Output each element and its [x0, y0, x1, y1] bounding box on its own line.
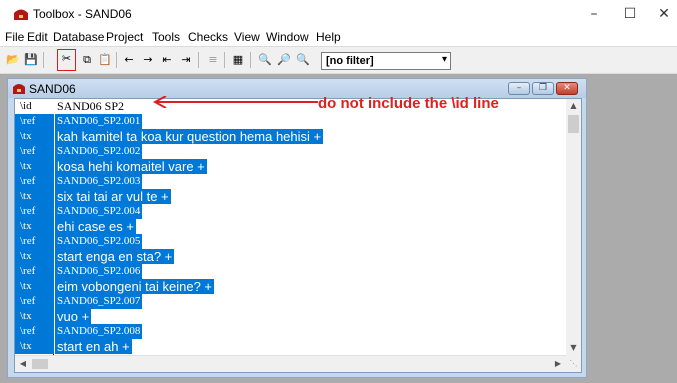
- field-marker: \tx: [15, 189, 54, 204]
- field-marker-column: \id \ref \tx \ref \tx \ref \tx \ref \tx \ref \tx \r…: [15, 99, 54, 355]
- document-window: SAND06 – ❐ ✕ \id \ref \tx \ref \tx \ref \tx \re…: [7, 78, 587, 378]
- toolbar-separator: [198, 52, 199, 68]
- field-text-tx[interactable]: start en ah +: [55, 339, 132, 354]
- vertical-scrollbar[interactable]: ▲ ▼: [566, 99, 581, 355]
- columns-icon[interactable]: ▦: [229, 51, 247, 69]
- field-text-ref[interactable]: SAND06_SP2.008: [55, 324, 143, 339]
- field-text-ref[interactable]: SAND06_SP2.001: [55, 114, 143, 129]
- find-replace-icon[interactable]: 🔍: [294, 51, 312, 69]
- menu-bar: File Edit Database Project Tools Checks …: [0, 28, 677, 46]
- field-text-ref[interactable]: SAND06_SP2.002: [55, 144, 143, 159]
- toolbar-separator: [250, 52, 251, 68]
- document-title: SAND06: [29, 82, 76, 96]
- horizontal-scrollbar[interactable]: ◀ ▶: [15, 355, 566, 372]
- menu-edit[interactable]: Edit: [27, 30, 48, 44]
- save-icon[interactable]: 💾: [22, 51, 40, 69]
- size-grip-icon[interactable]: ⋱: [566, 355, 581, 372]
- field-marker: \ref: [15, 174, 54, 189]
- field-text-column[interactable]: SAND06 SP2 SAND06_SP2.001 kah kamitel ta k…: [55, 99, 566, 355]
- field-marker: \ref: [15, 294, 54, 309]
- filter-value: [no filter]: [326, 55, 374, 67]
- menu-file[interactable]: File: [5, 30, 24, 44]
- previous-record-icon[interactable]: ←: [120, 51, 138, 69]
- scroll-up-icon[interactable]: ▲: [566, 99, 581, 113]
- toolbar-separator: [116, 52, 117, 68]
- toolbar: 📂 💾 ✂ ⧉ 📋 ← → ⇤ ⇥ ≡ ▦ 🔍 🔎 🔍 [no filter] …: [0, 46, 677, 74]
- field-text-tx[interactable]: kosa hehi komaitel vare +: [55, 159, 207, 174]
- annotation-note: do not include the \id line: [318, 95, 499, 112]
- field-marker: \ref: [15, 324, 54, 339]
- maximize-icon[interactable]: ☐: [616, 4, 644, 24]
- field-marker: \tx: [15, 279, 54, 294]
- horizontal-scroll-thumb[interactable]: [32, 359, 48, 369]
- field-marker: \tx: [15, 309, 54, 324]
- cut-icon[interactable]: ✂: [57, 49, 76, 71]
- doc-restore-icon[interactable]: ❐: [532, 82, 554, 95]
- field-text-tx[interactable]: six tai tai ar vul te +: [55, 189, 171, 204]
- menu-window[interactable]: Window: [266, 30, 309, 44]
- window-title-bar: Toolbox - SAND06 – ☐ ✕: [0, 0, 677, 28]
- field-text-tx[interactable]: eim vobongeni tai keine? +: [55, 279, 215, 294]
- field-text-tx[interactable]: kah kamitel ta koa kur question hema heh…: [55, 129, 324, 144]
- paste-icon[interactable]: 📋: [96, 51, 114, 69]
- last-record-icon[interactable]: ⇥: [177, 51, 195, 69]
- annotation-arrow: [152, 96, 318, 108]
- first-record-icon[interactable]: ⇤: [158, 51, 176, 69]
- field-text-ref[interactable]: SAND06_SP2.003: [55, 174, 143, 189]
- field-text-ref[interactable]: SAND06_SP2.007: [55, 294, 143, 309]
- window-title: Toolbox - SAND06: [33, 7, 132, 21]
- toolbox-app-icon: [14, 9, 28, 20]
- field-marker: \ref: [15, 114, 54, 129]
- toolbar-separator: [224, 52, 225, 68]
- find-next-icon[interactable]: 🔎: [275, 51, 293, 69]
- next-record-icon[interactable]: →: [139, 51, 157, 69]
- field-text-id[interactable]: SAND06 SP2: [55, 99, 126, 114]
- menu-project[interactable]: Project: [106, 30, 143, 44]
- doc-minimize-icon[interactable]: –: [508, 82, 530, 95]
- scroll-left-icon[interactable]: ◀: [15, 356, 31, 372]
- minimize-icon[interactable]: –: [580, 4, 608, 24]
- field-marker: \tx: [15, 159, 54, 174]
- field-text-ref[interactable]: SAND06_SP2.006: [55, 264, 143, 279]
- chevron-down-icon[interactable]: ▾: [442, 54, 447, 65]
- field-marker: \tx: [15, 219, 54, 234]
- field-marker: \ref: [15, 204, 54, 219]
- menu-tools[interactable]: Tools: [152, 30, 180, 44]
- field-marker: \tx: [15, 249, 54, 264]
- scroll-down-icon[interactable]: ▼: [566, 341, 581, 355]
- scroll-right-icon[interactable]: ▶: [550, 356, 566, 372]
- field-text-tx[interactable]: vuo +: [55, 309, 92, 324]
- menu-database[interactable]: Database: [53, 30, 104, 44]
- doc-close-icon[interactable]: ✕: [556, 82, 578, 95]
- close-icon[interactable]: ✕: [650, 4, 677, 24]
- field-marker: \tx: [15, 339, 54, 354]
- menu-help[interactable]: Help: [316, 30, 341, 44]
- field-text-ref[interactable]: SAND06_SP2.005: [55, 234, 143, 249]
- field-marker: \id: [15, 99, 54, 114]
- field-text-tx[interactable]: start enga en sta? +: [55, 249, 175, 264]
- field-marker: \tx: [15, 129, 54, 144]
- field-marker: \ref: [15, 264, 54, 279]
- find-icon[interactable]: 🔍: [256, 51, 274, 69]
- record-editor[interactable]: \id \ref \tx \ref \tx \ref \tx \ref \tx \ref \tx \r…: [14, 98, 582, 373]
- field-text-ref[interactable]: SAND06_SP2.004: [55, 204, 143, 219]
- vertical-scroll-thumb[interactable]: [568, 115, 579, 133]
- copy-icon[interactable]: ⧉: [78, 51, 96, 69]
- field-marker: \ref: [15, 234, 54, 249]
- format-icon[interactable]: ≡: [204, 51, 222, 69]
- toolbar-separator: [43, 52, 44, 68]
- document-app-icon: [13, 84, 25, 94]
- open-icon[interactable]: 📂: [4, 51, 22, 69]
- menu-view[interactable]: View: [234, 30, 260, 44]
- filter-select[interactable]: [no filter] ▾: [321, 52, 451, 70]
- menu-checks[interactable]: Checks: [188, 30, 228, 44]
- field-text-tx[interactable]: ehi case es +: [55, 219, 136, 234]
- field-marker: \ref: [15, 144, 54, 159]
